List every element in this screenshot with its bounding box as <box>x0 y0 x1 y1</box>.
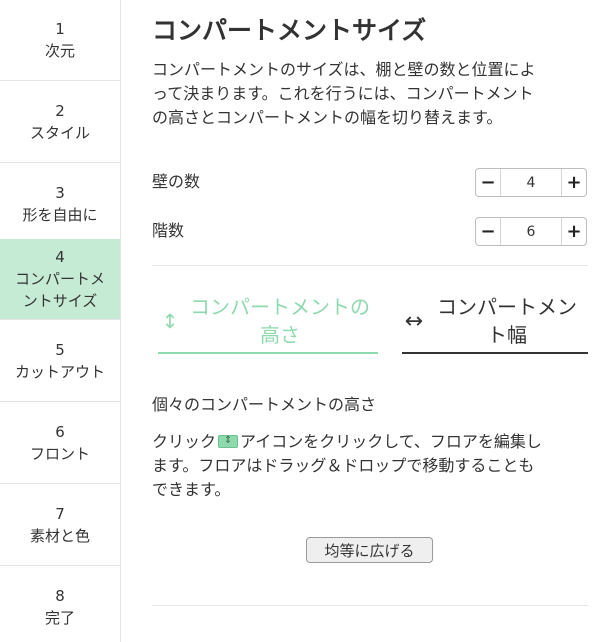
walls-count-input[interactable]: 4 <box>500 169 562 196</box>
tab-label-line: ト幅 <box>487 323 527 347</box>
walls-decrement-button[interactable]: − <box>476 169 500 196</box>
tab-label-line: 高さ <box>260 323 300 347</box>
spread-evenly-button[interactable]: 均等に広げる <box>306 537 433 563</box>
help-line1-suffix: アイコンをクリックして、フロアを編集し <box>240 432 542 451</box>
step-number: 5 <box>55 341 65 359</box>
step-8-complete[interactable]: 8 完了 <box>0 566 120 642</box>
step-label: 完了 <box>44 608 75 627</box>
step-label: 形を自由に <box>22 206 98 224</box>
step-label: コンパートメ <box>14 270 105 288</box>
help-prefix: クリック <box>152 432 217 451</box>
tab-label-line: コンパートメントの <box>190 295 370 319</box>
step-7-material-color[interactable]: 7 素材と色 <box>0 485 120 566</box>
vertical-arrows-icon: ↕ <box>161 309 179 333</box>
step-label: フロント <box>29 445 90 463</box>
tab-compartment-height[interactable]: ↕ コンパートメントの 高さ <box>158 290 378 354</box>
step-label: 次元 <box>44 42 75 60</box>
step-number: 2 <box>55 102 65 120</box>
section-subheading: 個々のコンパートメントの高さ <box>152 395 377 414</box>
section-divider <box>152 265 588 266</box>
horizontal-arrows-icon: ↔ <box>404 308 424 334</box>
compartment-size-panel: コンパートメントサイズ コンパートメントのサイズは、棚と壁の数と位置によ って決… <box>152 0 588 642</box>
step-6-front[interactable]: 6 フロント <box>0 403 120 484</box>
page-title: コンパートメントサイズ <box>152 16 427 45</box>
help-line: できます。 <box>152 480 231 499</box>
floors-increment-button[interactable]: + <box>562 218 586 245</box>
step-3-free-shape[interactable]: 3 形を自由に <box>0 164 120 245</box>
step-number: 3 <box>55 184 65 202</box>
floors-stepper: − 6 + <box>475 217 587 246</box>
step-number: 1 <box>55 20 65 38</box>
step-number: 8 <box>55 586 65 605</box>
tab-label: コンパートメントの 高さ <box>182 293 378 349</box>
walls-label: 壁の数 <box>152 172 201 191</box>
panel-description: コンパートメントのサイズは、棚と壁の数と位置によ って決まります。これを行うには… <box>152 58 588 130</box>
step-4-compartment-size[interactable]: 4 コンパートメ ントサイズ <box>0 239 120 320</box>
step-sidebar: 1 次元 2 スタイル 3 形を自由に 4 コンパートメ ントサイズ 5 カット… <box>0 0 121 642</box>
step-label: スタイル <box>29 124 90 142</box>
floors-decrement-button[interactable]: − <box>476 218 500 245</box>
tab-label-line: コンパートメン <box>437 295 577 319</box>
tab-compartment-width[interactable]: ↔ コンパートメン ト幅 <box>402 290 588 354</box>
step-label: 素材と色 <box>29 527 90 545</box>
step-number: 6 <box>55 423 65 441</box>
step-number: 4 <box>55 248 65 266</box>
help-text: クリック アイコンをクリックして、フロアを編集し ます。フロアはドラッグ＆ドロップ… <box>152 430 588 502</box>
help-line: クリック アイコンをクリックして、フロアを編集し <box>152 430 588 454</box>
description-line: って決まります。これを行うには、コンパートメント <box>152 84 534 103</box>
edit-floor-icon <box>218 432 239 450</box>
step-2-style[interactable]: 2 スタイル <box>0 82 120 163</box>
step-label: カットアウト <box>14 363 105 381</box>
help-line: ます。フロアはドラッグ＆ドロップで移動することも <box>152 456 535 475</box>
floors-count-input[interactable]: 6 <box>500 218 562 245</box>
bottom-divider <box>152 605 588 606</box>
step-label: ントサイズ <box>22 292 98 310</box>
walls-stepper: − 4 + <box>475 168 587 197</box>
walls-increment-button[interactable]: + <box>562 169 586 196</box>
tab-label: コンパートメン ト幅 <box>426 293 588 349</box>
step-5-cutout[interactable]: 5 カットアウト <box>0 321 120 402</box>
description-line: の高さとコンパートメントの幅を切り替えます。 <box>152 108 503 127</box>
floors-label: 階数 <box>152 221 185 240</box>
description-line: コンパートメントのサイズは、棚と壁の数と位置によ <box>152 60 536 79</box>
step-1-dimensions[interactable]: 1 次元 <box>0 0 120 81</box>
step-number: 7 <box>55 505 65 523</box>
